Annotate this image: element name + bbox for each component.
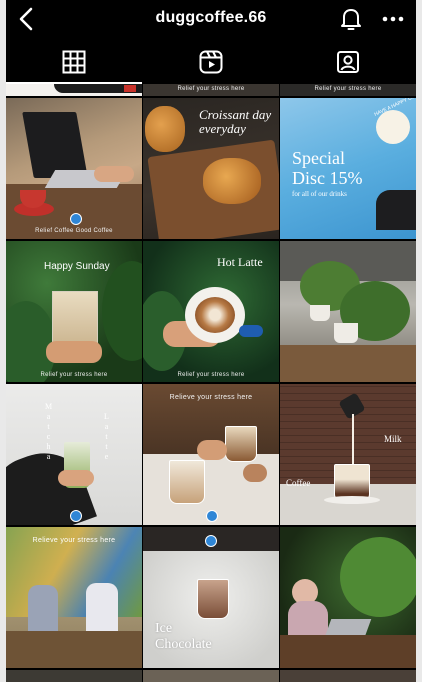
post-caption: Relief your stress here <box>314 86 382 92</box>
table <box>280 635 416 668</box>
person <box>86 583 118 633</box>
post-thumbnail-strip-3[interactable]: Relief your stress here <box>280 84 416 96</box>
tab-grid[interactable] <box>6 42 142 84</box>
post-title: Happy Sunday <box>44 261 110 272</box>
post-caption: Relieve your stress here <box>169 394 253 401</box>
post-matcha-latte[interactable]: Matcha Latte <box>6 384 142 525</box>
post-label-milk: Milk <box>384 434 402 444</box>
bell-icon <box>341 9 361 30</box>
tab-tagged[interactable] <box>280 42 416 82</box>
post-title: Chocolate <box>155 637 212 652</box>
post-special-discount[interactable]: HAVE A HAPPY COFFEE Special Disc 15% for… <box>280 98 416 239</box>
croissant <box>145 106 185 152</box>
ice-chocolate-glass <box>197 579 229 619</box>
croissant <box>203 158 261 204</box>
post-subtitle: for all of our drinks <box>292 190 347 198</box>
tab-reels[interactable] <box>143 42 279 82</box>
device-frame: duggcoffee.66 Relief your stress here Re… <box>0 0 422 682</box>
decor <box>376 190 416 230</box>
post-caption: Relief your stress here <box>177 86 245 92</box>
hand <box>94 166 134 182</box>
post-cafe-plants[interactable] <box>280 241 416 382</box>
person <box>28 585 58 631</box>
notifications-button[interactable] <box>338 5 364 33</box>
post-iced-drinks[interactable]: Relieve your stress here <box>143 384 279 525</box>
post-word-right: Latte <box>102 412 111 462</box>
hand <box>58 470 94 486</box>
more-dots-icon <box>382 16 404 22</box>
leaf <box>102 261 142 361</box>
post-thumbnail-strip-2[interactable]: Relief your stress here <box>143 84 279 96</box>
instagram-profile-screen: duggcoffee.66 Relief your stress here Re… <box>6 0 416 682</box>
laptop-screen <box>22 112 88 178</box>
post-croissant[interactable]: Croissant day everyday <box>143 98 279 239</box>
iced-coffee-cup <box>169 460 205 504</box>
post-laptop-coffee[interactable]: Relief Coffee Good Coffee <box>6 98 142 239</box>
post-thumbnail-partial[interactable] <box>280 670 416 682</box>
tagged-user-icon <box>337 51 359 73</box>
brand-logo-icon <box>206 510 218 522</box>
post-label-coffee: Coffee <box>286 478 311 488</box>
latte-art <box>195 297 235 333</box>
hand <box>46 341 102 363</box>
brand-logo-icon <box>70 213 82 225</box>
post-caption: Relief Coffee Good Coffee <box>35 228 113 234</box>
decor <box>239 325 263 337</box>
post-hot-latte[interactable]: Hot Latte Relief your stress here <box>143 241 279 382</box>
hand <box>243 464 267 482</box>
post-word-left: Matcha <box>44 402 53 462</box>
post-title: Ice <box>155 621 173 636</box>
post-woman-laptop[interactable] <box>280 527 416 668</box>
more-options-button[interactable] <box>380 8 406 30</box>
brand-logo-icon <box>205 535 217 547</box>
post-thumbnail-partial[interactable] <box>6 670 142 682</box>
post-caption: Relief your stress here <box>40 372 108 378</box>
leaf <box>6 301 56 382</box>
post-script-title: Croissant day everyday <box>199 107 272 136</box>
post-happy-sunday[interactable]: Happy Sunday Relief your stress here <box>6 241 142 382</box>
grid-icon <box>62 50 86 74</box>
profile-tabs <box>6 42 416 84</box>
brand-logo-icon <box>70 510 82 522</box>
table <box>6 631 142 668</box>
post-milk-coffee[interactable]: Milk Coffee <box>280 384 416 525</box>
post-title: Hot Latte <box>217 255 263 269</box>
posts-grid: Relief your stress here Relief your stre… <box>6 84 416 682</box>
decor <box>124 85 136 92</box>
post-thumbnail-strip-1[interactable] <box>6 84 142 96</box>
hand <box>197 440 227 460</box>
post-title: Disc 15% <box>292 168 363 188</box>
milk-pour <box>352 414 354 464</box>
plant <box>340 537 416 617</box>
post-caption: Relieve your stress here <box>32 537 116 544</box>
iced-coffee-cup <box>225 426 257 462</box>
table <box>280 345 416 382</box>
saucer <box>324 496 380 504</box>
post-ice-chocolate[interactable]: Ice Chocolate <box>143 527 279 668</box>
pot <box>334 323 358 343</box>
post-caption: Relief your stress here <box>177 372 245 378</box>
profile-header: duggcoffee.66 <box>6 0 416 40</box>
post-title: Special <box>292 148 345 168</box>
post-thumbnail-partial[interactable] <box>143 670 279 682</box>
reels-icon <box>199 50 223 74</box>
pot <box>310 305 330 321</box>
post-cafe-mural[interactable]: Relieve your stress here <box>6 527 142 668</box>
